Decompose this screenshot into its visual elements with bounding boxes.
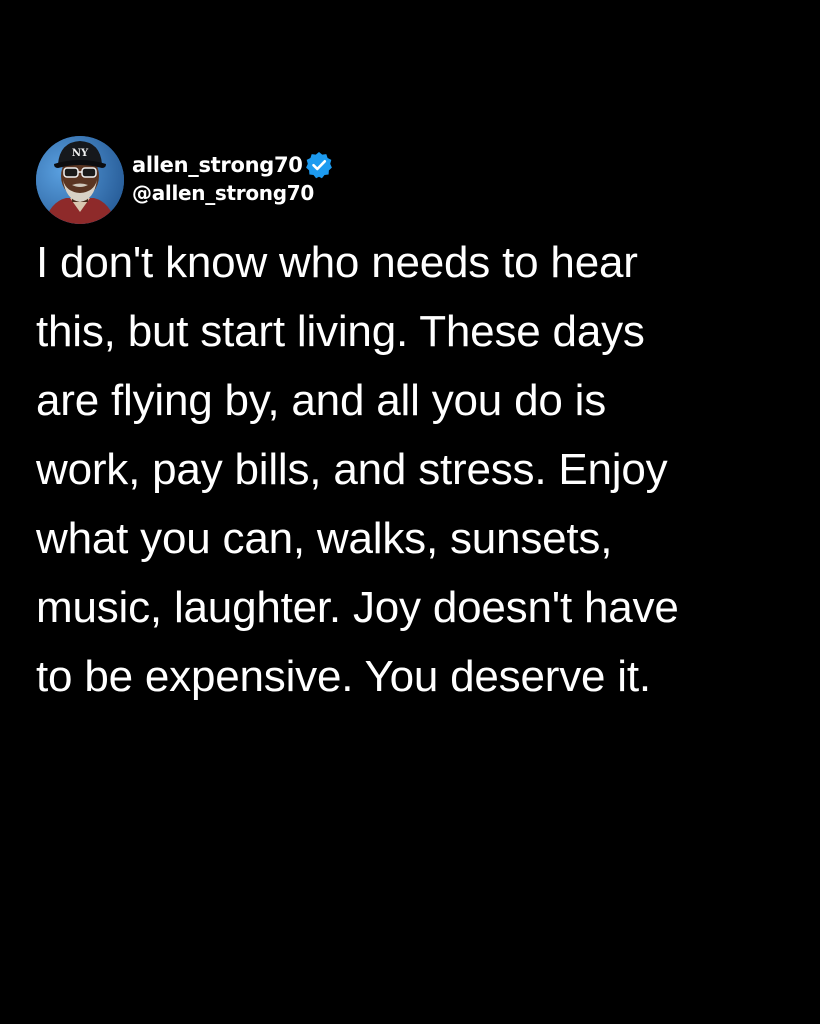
- author-handle[interactable]: @allen_strong70: [132, 181, 334, 205]
- post-text: I don't know who needs to hear this, but…: [36, 238, 679, 701]
- avatar[interactable]: NY: [36, 136, 124, 224]
- svg-text:NY: NY: [72, 148, 89, 159]
- author-display-name[interactable]: allen_strong70: [132, 153, 303, 177]
- verified-badge-icon: [304, 150, 334, 180]
- post-card: NY allen_strong70 @allen_strong70 I don'…: [36, 136, 796, 711]
- author-names: allen_strong70 @allen_strong70: [132, 149, 334, 211]
- avatar-photo: NY: [36, 136, 124, 224]
- post-header: NY allen_strong70 @allen_strong70: [36, 136, 796, 224]
- author-name-row: allen_strong70: [132, 149, 334, 181]
